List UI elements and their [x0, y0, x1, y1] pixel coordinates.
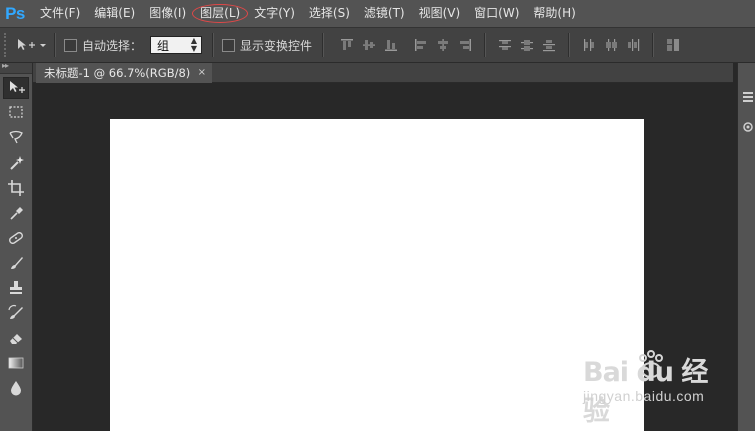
- tools-panel-header[interactable]: ▸▸: [0, 61, 32, 74]
- align-top-icon: [341, 39, 354, 50]
- align-buttons-group: [336, 33, 684, 57]
- dropdown-arrows-icon: ▲ ▼: [190, 36, 198, 53]
- align-left-icon: [415, 39, 427, 51]
- document-tab-bar: 未标题-1 @ 66.7%(RGB/8) ×: [33, 63, 733, 83]
- align-hcenter-icon: [438, 39, 449, 51]
- distribute-vcenter-button[interactable]: [520, 38, 534, 52]
- align-right-icon: [460, 39, 472, 51]
- align-right-edges-button[interactable]: [458, 38, 472, 52]
- history-brush-tool-icon: [8, 304, 23, 319]
- magic-wand-tool-icon: [10, 156, 24, 170]
- menu-items: 文件(F) 编辑(E) 图像(I) 图层(L) 文字(Y) 选择(S) 滤镜(T) 视图(V)…: [33, 0, 583, 27]
- align-horizontal-centers-button[interactable]: [436, 38, 450, 52]
- healing-brush-tool-icon: [9, 232, 23, 244]
- options-separator: [54, 33, 56, 57]
- watermark-url: jingyan.baidu.com: [583, 388, 705, 404]
- eyedropper-tool-button[interactable]: [3, 202, 29, 224]
- marquee-tool-icon: [9, 106, 23, 118]
- document-tab[interactable]: 未标题-1 @ 66.7%(RGB/8) ×: [36, 63, 212, 83]
- align-vertical-centers-button[interactable]: [362, 38, 376, 52]
- align-top-edges-button[interactable]: [340, 38, 354, 52]
- healing-brush-tool-button[interactable]: [3, 227, 29, 249]
- marquee-tool-button[interactable]: [3, 102, 29, 124]
- options-separator: [484, 33, 487, 57]
- show-transform-controls-label: 显示变换控件: [240, 38, 313, 53]
- eyedropper-tool-icon: [10, 207, 23, 220]
- menu-item[interactable]: 视图(V): [412, 0, 468, 27]
- options-bar: 自动选择： 组 ▲ ▼ 显示变换控件: [0, 27, 755, 63]
- auto-align-layers-button[interactable]: [666, 38, 680, 52]
- tools-panel: ▸▸: [0, 61, 33, 431]
- menu-item[interactable]: 选择(S): [302, 0, 357, 27]
- move-tool-button[interactable]: [3, 77, 29, 99]
- clone-stamp-tool-button[interactable]: [3, 277, 29, 299]
- menu-item[interactable]: 图像(I): [142, 0, 193, 27]
- panel-properties-icon: [743, 122, 753, 132]
- tool-list: [0, 77, 32, 399]
- blur-tool-button[interactable]: [3, 377, 29, 399]
- align-vcenter-icon: [363, 40, 376, 50]
- blur-tool-icon: [11, 381, 21, 396]
- distribute-bottom-icon: [543, 40, 556, 52]
- lasso-tool-button[interactable]: [3, 127, 29, 149]
- move-tool-icon: [10, 81, 25, 93]
- collapse-arrows-icon: ▸▸: [2, 61, 9, 70]
- menu-item[interactable]: 文字(Y): [247, 0, 302, 27]
- menu-item[interactable]: 窗口(W): [467, 0, 526, 27]
- distribute-left-icon: [584, 39, 595, 51]
- crop-tool-button[interactable]: [3, 177, 29, 199]
- tool-preset-picker[interactable]: [12, 33, 50, 57]
- options-separator: [652, 33, 655, 57]
- align-bottom-icon: [385, 40, 398, 51]
- distribute-right-button[interactable]: [626, 38, 640, 52]
- brush-tool-button[interactable]: [3, 252, 29, 274]
- photoshop-logo: Ps: [5, 3, 25, 23]
- align-bottom-edges-button[interactable]: [384, 38, 398, 52]
- magic-wand-tool-button[interactable]: [3, 152, 29, 174]
- show-transform-controls-checkbox[interactable]: [222, 38, 236, 52]
- options-separator: [212, 33, 215, 57]
- menu-item[interactable]: 编辑(E): [87, 0, 142, 27]
- panel-layers-icon: [743, 92, 753, 102]
- auto-select-value: 组: [157, 38, 170, 53]
- eraser-tool-button[interactable]: [3, 327, 29, 349]
- right-panel-dock: [737, 63, 755, 431]
- distribute-right-icon: [628, 39, 640, 51]
- distribute-vcenter-icon: [521, 40, 534, 51]
- options-bar-grip[interactable]: [4, 33, 12, 57]
- menu-item[interactable]: 文件(F): [33, 0, 87, 27]
- document-canvas[interactable]: [110, 119, 644, 431]
- distribute-left-button[interactable]: [582, 38, 596, 52]
- auto-align-icon: [667, 39, 680, 51]
- auto-select-checkbox[interactable]: [64, 38, 77, 52]
- close-icon[interactable]: ×: [198, 63, 206, 83]
- distribute-hcenter-icon: [606, 39, 618, 51]
- gradient-tool-icon: [8, 357, 24, 369]
- eraser-tool-icon: [10, 334, 22, 344]
- menu-item[interactable]: 图层(L): [192, 0, 249, 27]
- panel-toggle-button[interactable]: [741, 119, 755, 135]
- clone-stamp-tool-icon: [10, 281, 22, 294]
- options-separator: [568, 33, 571, 57]
- menu-item[interactable]: 帮助(H): [526, 0, 582, 27]
- align-left-edges-button[interactable]: [414, 38, 428, 52]
- lasso-tool-icon: [9, 130, 23, 144]
- history-brush-tool-button[interactable]: [3, 302, 29, 324]
- crop-tool-icon: [8, 180, 24, 196]
- brush-tool-icon: [11, 257, 23, 269]
- baidu-jingyan-watermark: Bai du 经验 jingyan.baidu.com: [583, 348, 733, 427]
- menu-item[interactable]: 滤镜(T): [357, 0, 412, 27]
- distribute-top-button[interactable]: [498, 38, 512, 52]
- distribute-bottom-button[interactable]: [542, 38, 556, 52]
- move-icon: [18, 39, 46, 50]
- options-separator: [322, 33, 325, 57]
- panel-toggle-button[interactable]: [741, 89, 755, 105]
- gradient-tool-button[interactable]: [3, 352, 29, 374]
- distribute-hcenter-button[interactable]: [604, 38, 618, 52]
- distribute-top-icon: [499, 40, 512, 50]
- auto-select-dropdown[interactable]: 组 ▲ ▼: [150, 36, 203, 54]
- document-tab-title: 未标题-1 @ 66.7%(RGB/8): [44, 66, 191, 80]
- auto-select-label: 自动选择：: [82, 38, 143, 53]
- menu-bar: Ps 文件(F) 编辑(E) 图像(I) 图层(L) 文字(Y) 选择(S) 滤镜(T) 视图…: [0, 0, 755, 27]
